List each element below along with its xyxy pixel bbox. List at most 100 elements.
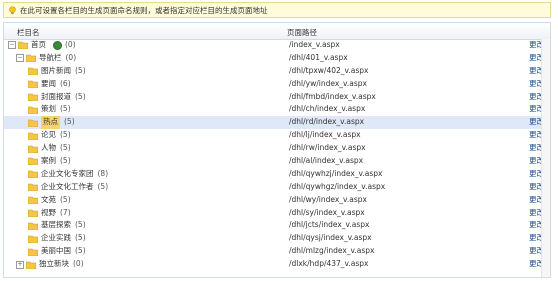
row-count: (0) <box>65 52 77 62</box>
row-path: /dhl/ch/index_v.aspx <box>289 104 366 114</box>
row-name[interactable]: 企业文化专家团 <box>41 168 94 181</box>
row-name[interactable]: 图片新闻 <box>41 65 71 78</box>
row-name[interactable]: 企业文化工作者 <box>41 181 94 194</box>
row-name[interactable]: 企业实践 <box>41 232 71 245</box>
tree-row[interactable]: 要闻 (6)/dhl/yw/index_v.aspx 更改 <box>4 78 550 91</box>
folder-icon <box>28 209 38 218</box>
tree-row[interactable]: 热点 (5)/dhl/rd/index_v.aspx 更改 <box>4 116 550 130</box>
folder-icon <box>28 67 38 76</box>
row-path: /dhl/qywhzj/index_v.aspx <box>289 168 383 178</box>
tree-row[interactable]: 图片新闻 (5)/dhl/tpxw/402_v.aspx 更改 <box>4 65 550 78</box>
tree-row[interactable]: 企业文化工作者 (5)/dhl/qywhgz/index_v.aspx 更改 <box>4 181 550 194</box>
tree-row[interactable]: 视野 (7)/dhl/sy/index_v.aspx 更改 <box>4 207 550 220</box>
folder-icon <box>28 145 38 153</box>
row-name[interactable]: 案例 <box>41 155 56 168</box>
tree-cell: 基层探索 (5) <box>28 219 86 232</box>
tree-cell: 策划 (5) <box>28 103 71 116</box>
row-count: (5) <box>60 194 71 204</box>
tree-row[interactable]: − 导航栏 (0)/dhl/401_v.aspx 更改 <box>4 52 550 65</box>
tree-row[interactable]: 策划 (5)/dhl/ch/index_v.aspx 更改 <box>4 103 550 116</box>
column-header-name: 栏目名 <box>17 28 40 37</box>
globe-icon <box>53 40 62 50</box>
row-path: /dhl/qywhgz/index_v.aspx <box>289 181 386 191</box>
tree-cell: 热点 (5) <box>28 116 75 130</box>
tree-cell: − 首页 (0) <box>8 39 76 52</box>
row-count: (5) <box>64 117 75 127</box>
info-tip-bar: 在此可设置各栏目的生成页面命名规则，或者指定对应栏目的生成页面地址 <box>3 2 551 18</box>
row-name[interactable]: 封面报道 <box>41 91 71 104</box>
tree-cell: 视野 (7) <box>28 207 71 220</box>
row-path: /dhl/al/index_v.aspx <box>289 156 364 166</box>
row-count: (0) <box>65 40 76 49</box>
lightbulb-icon <box>8 5 17 15</box>
tree-row[interactable]: 论见 (5)/dhl/lj/index_v.aspx 更改 <box>4 129 550 142</box>
row-count: (5) <box>60 143 71 153</box>
row-path: /dhl/jcts/index_v.aspx <box>289 220 370 230</box>
row-count: (5) <box>75 246 86 256</box>
folder-icon <box>28 119 38 127</box>
tip-text: 在此可设置各栏目的生成页面命名规则，或者指定对应栏目的生成页面地址 <box>20 5 268 15</box>
column-tree-grid: 栏目名 页面路径 − 首页 (0)/index_v.aspx 更改 − 导航栏 (0)/dh… <box>3 22 551 278</box>
folder-icon <box>28 132 38 140</box>
tree-cell: 要闻 (6) <box>28 78 71 91</box>
tree-row[interactable]: 企业实践 (5)/dhl/qysj/index_v.aspx 更改 <box>4 232 550 245</box>
folder-icon <box>26 55 36 63</box>
tree-row[interactable]: 企业文化专家团 (8)/dhl/qywhzj/index_v.aspx 更改 <box>4 168 550 181</box>
row-name[interactable]: 论见 <box>41 129 56 142</box>
folder-icon <box>28 235 38 243</box>
tree-row[interactable]: 人物 (5)/dhl/rw/index_v.aspx 更改 <box>4 142 550 155</box>
tree-row[interactable]: 案例 (5)/dhl/al/index_v.aspx 更改 <box>4 155 550 168</box>
row-count: (5) <box>97 181 109 191</box>
expand-icon[interactable]: + <box>16 260 24 269</box>
row-path: /dhl/mlzg/index_v.aspx <box>289 246 375 256</box>
row-name[interactable]: 人物 <box>41 142 56 155</box>
row-path: /dhl/401_v.aspx <box>289 52 348 62</box>
folder-icon <box>28 196 38 205</box>
collapse-icon[interactable]: − <box>8 41 16 50</box>
row-name[interactable]: 热点 <box>41 116 60 130</box>
tree-cell: 企业文化工作者 (5) <box>28 181 108 194</box>
column-header-path: 页面路径 <box>287 28 317 37</box>
tree-row[interactable]: 美丽中国 (5)/dhl/mlzg/index_v.aspx 更改 <box>4 245 550 258</box>
tree-cell: 图片新闻 (5) <box>28 65 86 78</box>
collapse-icon[interactable]: − <box>16 54 24 63</box>
row-path: /dhl/qysj/index_v.aspx <box>289 233 372 243</box>
row-path: /dhl/rd/index_v.aspx <box>289 117 365 127</box>
folder-icon <box>28 158 38 166</box>
tree-row[interactable]: 文苑 (5)/dhl/wy/index_v.aspx 更改 <box>4 194 550 207</box>
tree-row[interactable]: 封面报道 (5)/dhl/fmbd/index_v.aspx 更改 <box>4 91 550 104</box>
row-count: (5) <box>60 104 71 114</box>
row-count: (8) <box>97 168 109 178</box>
tree-cell: 论见 (5) <box>28 129 71 142</box>
tree-row[interactable]: − 首页 (0)/index_v.aspx 更改 <box>4 39 550 52</box>
row-name[interactable]: 文苑 <box>41 194 56 207</box>
row-name[interactable]: 独立新块 <box>39 258 69 271</box>
row-count: (5) <box>75 65 86 75</box>
folder-icon <box>28 183 38 192</box>
tree-row[interactable]: + 独立新块 (0)/dlxk/hdp/437_v.aspx 更改 <box>4 258 550 271</box>
folder-icon <box>28 248 38 256</box>
tree-cell: − 导航栏 (0) <box>16 52 76 65</box>
tree-cell: 企业实践 (5) <box>28 232 86 245</box>
tree-cell: + 独立新块 (0) <box>16 258 84 271</box>
row-path: /dhl/tpxw/402_v.aspx <box>289 65 369 75</box>
row-name[interactable]: 美丽中国 <box>41 245 71 258</box>
row-name[interactable]: 策划 <box>41 103 56 116</box>
row-name[interactable]: 首页 <box>31 39 46 52</box>
row-count: (0) <box>73 259 84 269</box>
tree-cell: 案例 (5) <box>28 155 71 168</box>
row-count: (5) <box>75 91 86 101</box>
row-name[interactable]: 要闻 <box>41 78 56 91</box>
row-count: (5) <box>75 233 86 243</box>
row-name[interactable]: 基层探索 <box>41 219 71 232</box>
row-name[interactable]: 视野 <box>41 207 56 220</box>
row-path: /index_v.aspx <box>289 40 340 49</box>
tree-row[interactable]: 基层探索 (5)/dhl/jcts/index_v.aspx 更改 <box>4 219 550 232</box>
grid-rows: − 首页 (0)/index_v.aspx 更改 − 导航栏 (0)/dhl/401_v.a… <box>4 39 550 271</box>
vertical-scrollbar[interactable] <box>541 39 550 277</box>
tree-cell: 封面报道 (5) <box>28 91 86 104</box>
folder-icon <box>28 80 38 89</box>
row-name[interactable]: 导航栏 <box>39 52 62 65</box>
tree-cell: 企业文化专家团 (8) <box>28 168 108 181</box>
tree-cell: 人物 (5) <box>28 142 71 155</box>
